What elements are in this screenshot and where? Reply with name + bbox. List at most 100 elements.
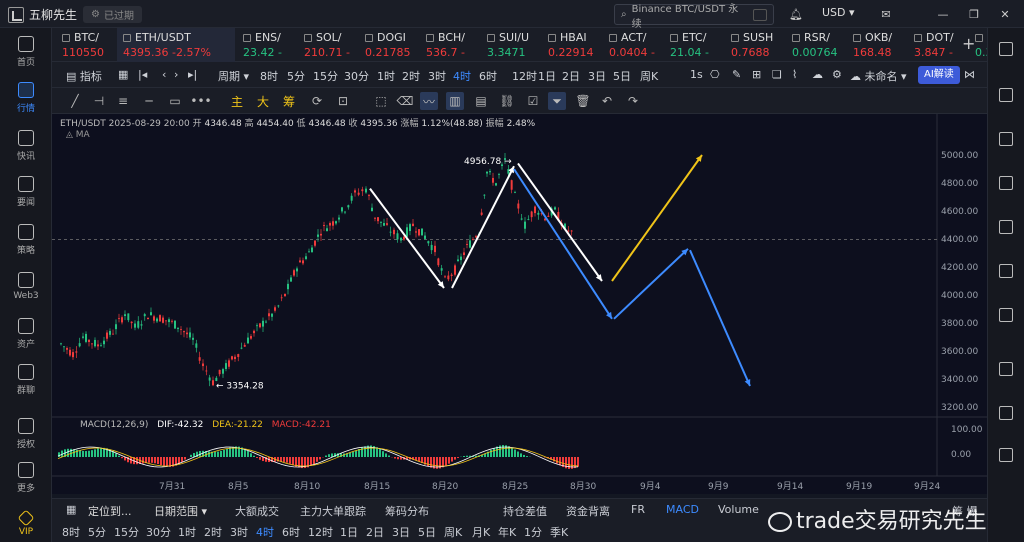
cloud-icon[interactable]: ☁ <box>812 68 823 81</box>
nav-item-0[interactable]: 首页 <box>0 30 52 74</box>
calendar-icon[interactable]: ▦ <box>118 68 128 81</box>
interval-1[interactable]: 5分 <box>287 68 305 84</box>
bottom-interval-9[interactable]: 12时 <box>308 524 333 540</box>
nav-item-10[interactable]: VIP <box>0 502 52 542</box>
interval-14[interactable]: 周K <box>640 68 658 84</box>
nav-item-4[interactable]: 策略 <box>0 218 52 262</box>
checkbox-icon[interactable] <box>609 33 617 42</box>
bottom-interval-10[interactable]: 1日 <box>340 524 358 540</box>
maximize-icon[interactable]: ❐ <box>965 5 983 23</box>
pen-icon[interactable]: ✎ <box>732 68 741 81</box>
bottom-interval-16[interactable]: 年K <box>498 524 516 540</box>
link-icon[interactable]: ⛓ <box>498 92 516 110</box>
bottom-interval-3[interactable]: 30分 <box>146 524 171 540</box>
columns-icon[interactable]: ▥ <box>446 92 464 110</box>
clipboard-icon[interactable]: ▤ <box>472 92 490 110</box>
interval-7[interactable]: 4时 <box>453 68 471 84</box>
ticker-item[interactable]: HBAI 0.22914 <box>542 28 601 62</box>
bottom-interval-2[interactable]: 15分 <box>114 524 139 540</box>
help-right-icon[interactable] <box>999 448 1013 462</box>
checkbox-icon[interactable] <box>487 33 495 42</box>
checkbox-icon[interactable] <box>548 33 556 42</box>
bottom-interval-4[interactable]: 1时 <box>178 524 196 540</box>
bottom-interval-13[interactable]: 5日 <box>418 524 436 540</box>
checkbox-icon[interactable] <box>243 33 251 42</box>
bottom-tab-5[interactable]: FR <box>631 503 645 516</box>
eraser-icon[interactable]: ⌫ <box>396 92 414 110</box>
bottom-tab-0[interactable]: 大额成交 <box>235 503 279 519</box>
checkbox-icon[interactable] <box>62 33 70 42</box>
copy-icon[interactable]: ❏ <box>772 68 782 81</box>
interval-13[interactable]: 5日 <box>613 68 631 84</box>
bottom-tab-2[interactable]: 筹码分布 <box>385 503 429 519</box>
layers-right-icon[interactable] <box>999 406 1013 420</box>
checkbox-icon[interactable] <box>670 33 678 42</box>
nav-item-5[interactable]: Web3 <box>0 264 52 308</box>
interval-3[interactable]: 30分 <box>344 68 369 84</box>
parallel-lines-icon[interactable]: ≡ <box>114 92 132 110</box>
nav-item-1[interactable]: 行情 <box>0 76 52 120</box>
trades-icon[interactable] <box>999 132 1013 146</box>
horizontal-line-icon[interactable]: ⊣ <box>90 92 108 110</box>
bottom-tab-1[interactable]: 主力大单跟踪 <box>300 503 366 519</box>
checkbox-icon[interactable] <box>975 33 983 42</box>
alert-icon[interactable] <box>999 220 1013 234</box>
nav-item-3[interactable]: 要闻 <box>0 170 52 214</box>
minimize-icon[interactable]: — <box>934 5 952 23</box>
checkbox-icon[interactable] <box>792 33 800 42</box>
ticker-item[interactable]: OKB/168.48 <box>847 28 906 62</box>
ticker-item[interactable]: ENS/23.42 - <box>237 28 296 62</box>
ticker-item[interactable]: BTC/110550 <box>56 28 115 62</box>
interval-8[interactable]: 6时 <box>479 68 497 84</box>
brush-icon[interactable]: ⌇ <box>792 68 797 81</box>
interval-12[interactable]: 3日 <box>588 68 606 84</box>
indicator-button[interactable]: ▤ 指标 <box>66 68 102 84</box>
calendar-right-icon[interactable] <box>999 176 1013 190</box>
search-input[interactable]: ⌕ Binance BTC/USDT 永续 <box>614 4 774 30</box>
bottom-interval-1[interactable]: 5分 <box>88 524 106 540</box>
next-icon[interactable]: › <box>174 68 178 81</box>
checkbox-icon[interactable] <box>123 33 131 42</box>
ma-indicator[interactable]: ◬ MA <box>66 130 90 140</box>
prev-icon[interactable]: ‹ <box>162 68 166 81</box>
interval-5[interactable]: 2时 <box>402 68 420 84</box>
go-start-icon[interactable]: |◂ <box>138 68 147 81</box>
bottom-interval-11[interactable]: 2日 <box>366 524 384 540</box>
refresh-icon[interactable]: ⟳ <box>308 92 326 110</box>
interval-4[interactable]: 1时 <box>377 68 395 84</box>
calendar-small-icon[interactable]: ▦ <box>66 503 76 516</box>
delete-icon[interactable]: 🗑︎ <box>574 92 592 110</box>
currency-select[interactable]: USD ▾ <box>822 6 855 19</box>
add-ticker-icon[interactable]: + <box>962 34 975 53</box>
bottom-tab-6[interactable]: MACD <box>666 503 699 516</box>
layout-name-select[interactable]: ☁ 未命名 ▾ <box>850 68 907 84</box>
checkbox-icon[interactable] <box>365 33 373 42</box>
bottom-interval-15[interactable]: 月K <box>472 524 490 540</box>
interval-11[interactable]: 2日 <box>562 68 580 84</box>
bottom-interval-18[interactable]: 季K <box>550 524 568 540</box>
close-icon[interactable]: ✕ <box>996 5 1014 23</box>
orderbook-icon[interactable] <box>999 88 1013 102</box>
compare-icon[interactable]: ⊡ <box>334 92 352 110</box>
more-dots-icon[interactable]: ••• <box>190 92 211 110</box>
settings-icon[interactable]: ⚙ <box>832 68 842 81</box>
share-icon[interactable]: ⋈ <box>964 68 975 81</box>
ticker-item[interactable]: ETC/21.04 - <box>664 28 723 62</box>
bottom-tab-4[interactable]: 资金背离 <box>566 503 610 519</box>
bottom-interval-5[interactable]: 2时 <box>204 524 222 540</box>
bottom-interval-12[interactable]: 3日 <box>392 524 410 540</box>
ticker-item[interactable]: RSR/0.00764 <box>786 28 845 62</box>
mail-icon[interactable]: ✉ <box>877 5 895 23</box>
checkbox-icon[interactable] <box>426 33 434 42</box>
filter-icon[interactable]: ⏷ <box>548 92 566 110</box>
interval-9[interactable]: 12时 <box>512 68 537 84</box>
grid-icon[interactable]: ⊞ <box>752 68 761 81</box>
wave-icon[interactable]: 〰 <box>420 92 438 110</box>
price-chart[interactable]: 3200.00 3400.00 3600.00 3800.00 4000.00 4200.… <box>52 114 987 494</box>
checkbox-icon[interactable] <box>853 33 861 42</box>
rectangle-icon[interactable]: ▭ <box>166 92 184 110</box>
select-icon[interactable]: ⬚ <box>372 92 390 110</box>
redo-icon[interactable]: ↷ <box>624 92 642 110</box>
chart-canvas[interactable]: 3200.00 3400.00 3600.00 3800.00 4000.00 4200.… <box>52 114 987 494</box>
tool-char-big[interactable]: 大 <box>254 92 272 110</box>
